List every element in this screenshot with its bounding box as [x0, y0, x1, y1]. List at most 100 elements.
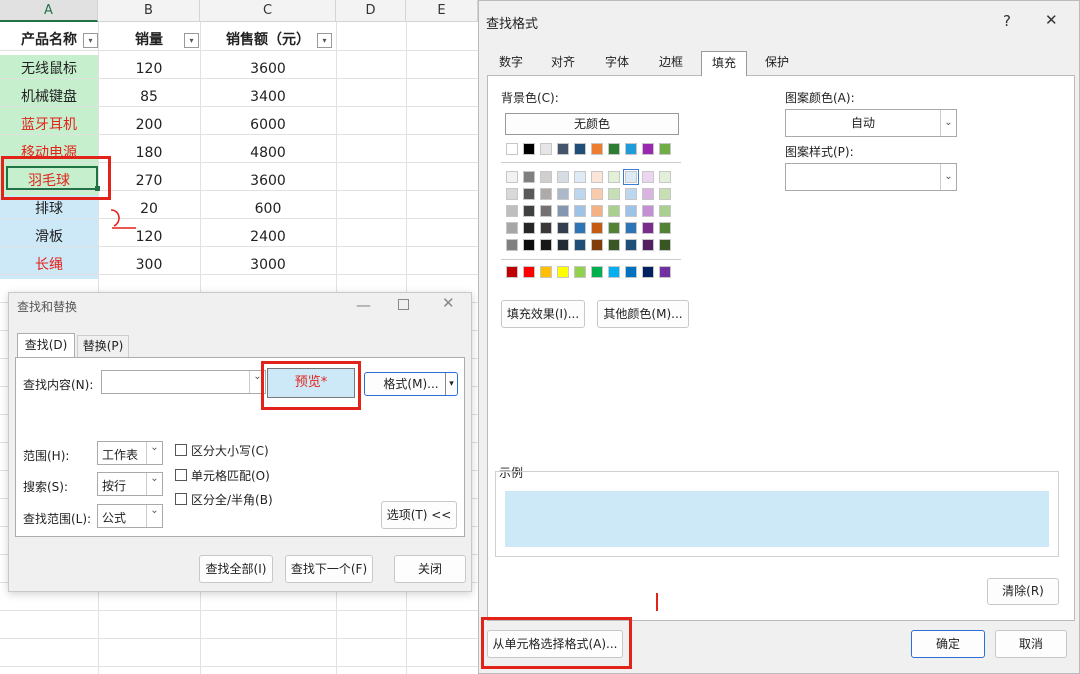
- column-header-a[interactable]: A: [0, 0, 98, 22]
- tint-color-swatch[interactable]: [557, 239, 569, 251]
- no-color-button[interactable]: 无颜色: [505, 113, 679, 135]
- tint-color-swatch[interactable]: [523, 171, 535, 183]
- fill-effects-button[interactable]: 填充效果(I)...: [501, 300, 585, 328]
- tint-color-swatch[interactable]: [591, 188, 603, 200]
- tint-color-swatch[interactable]: [659, 222, 671, 234]
- standard-color-swatch[interactable]: [591, 266, 603, 278]
- tint-color-swatch[interactable]: [625, 222, 637, 234]
- tint-color-swatch[interactable]: [608, 188, 620, 200]
- theme-color-swatch[interactable]: [557, 143, 569, 155]
- chevron-down-icon[interactable]: ⌄: [146, 505, 162, 527]
- tab-font[interactable]: 字体: [597, 51, 637, 75]
- header-cell-sales[interactable]: 销售额（元）: [200, 26, 336, 54]
- tint-color-swatch[interactable]: [557, 205, 569, 217]
- tab-find[interactable]: 查找(D): [17, 333, 75, 357]
- cancel-button[interactable]: 取消: [995, 630, 1067, 658]
- tint-color-swatch[interactable]: [540, 205, 552, 217]
- chevron-down-icon[interactable]: ⌄: [940, 164, 956, 190]
- standard-color-swatch[interactable]: [574, 266, 586, 278]
- tint-color-swatch[interactable]: [659, 171, 671, 183]
- filter-dropdown-button[interactable]: ▾: [83, 33, 98, 48]
- match-case-checkbox[interactable]: [175, 444, 187, 456]
- standard-color-swatch[interactable]: [506, 266, 518, 278]
- tint-color-swatch[interactable]: [523, 205, 535, 217]
- tint-color-swatch[interactable]: [642, 239, 654, 251]
- pattern-color-select[interactable]: 自动 ⌄: [785, 109, 957, 137]
- tint-color-swatch[interactable]: [574, 171, 586, 183]
- find-format-dialog[interactable]: 查找格式 ? ✕ 数字 对齐 字体 边框 填充 保护 背景色(C): 无颜色 填…: [478, 0, 1080, 674]
- column-header-b[interactable]: B: [98, 0, 200, 22]
- tint-color-swatch[interactable]: [506, 222, 518, 234]
- find-next-button[interactable]: 查找下一个(F): [285, 555, 373, 583]
- chevron-down-icon[interactable]: ⌄: [146, 442, 162, 464]
- tint-color-swatch[interactable]: [642, 205, 654, 217]
- theme-color-swatch[interactable]: [591, 143, 603, 155]
- tint-color-swatch[interactable]: [625, 188, 637, 200]
- tint-color-swatch[interactable]: [574, 188, 586, 200]
- tab-alignment[interactable]: 对齐: [543, 51, 583, 75]
- tint-color-swatch[interactable]: [540, 239, 552, 251]
- tint-color-swatch[interactable]: [523, 188, 535, 200]
- tint-color-swatch[interactable]: [642, 222, 654, 234]
- scope-select[interactable]: 工作表 ⌄: [97, 441, 163, 465]
- tint-color-swatch[interactable]: [574, 239, 586, 251]
- tint-color-swatch[interactable]: [540, 171, 552, 183]
- close-button[interactable]: 关闭: [394, 555, 466, 583]
- standard-color-swatch[interactable]: [625, 266, 637, 278]
- tint-color-swatch[interactable]: [659, 188, 671, 200]
- find-what-input[interactable]: ⌄: [101, 370, 266, 394]
- theme-color-swatch[interactable]: [608, 143, 620, 155]
- tab-replace[interactable]: 替换(P): [77, 335, 129, 357]
- tint-color-swatch[interactable]: [523, 222, 535, 234]
- tint-color-swatch[interactable]: [574, 222, 586, 234]
- tint-color-swatch[interactable]: [642, 171, 654, 183]
- theme-color-swatch[interactable]: [540, 143, 552, 155]
- filter-dropdown-button[interactable]: ▾: [184, 33, 199, 48]
- tab-protection[interactable]: 保护: [757, 51, 797, 75]
- theme-color-swatch[interactable]: [506, 143, 518, 155]
- minimize-icon[interactable]: —: [356, 296, 371, 314]
- tint-color-swatch[interactable]: [574, 205, 586, 217]
- theme-color-swatch[interactable]: [625, 143, 637, 155]
- tint-color-swatch[interactable]: [608, 171, 620, 183]
- tint-color-swatch[interactable]: [540, 222, 552, 234]
- theme-color-swatch[interactable]: [574, 143, 586, 155]
- options-button[interactable]: 选项(T) <<: [381, 501, 457, 529]
- tint-color-swatch[interactable]: [557, 188, 569, 200]
- search-order-select[interactable]: 按行 ⌄: [97, 472, 163, 496]
- standard-color-swatch[interactable]: [523, 266, 535, 278]
- match-cell-checkbox[interactable]: [175, 469, 187, 481]
- find-replace-dialog[interactable]: 查找和替换 — ✕ 查找(D) 替换(P) 查找内容(N): ⌄ 预览* 格式(…: [8, 292, 472, 592]
- tint-color-swatch[interactable]: [625, 205, 637, 217]
- tint-color-swatch[interactable]: [591, 205, 603, 217]
- standard-color-swatch[interactable]: [608, 266, 620, 278]
- tab-border[interactable]: 边框: [651, 51, 691, 75]
- tint-color-swatch[interactable]: [506, 239, 518, 251]
- column-header-d[interactable]: D: [336, 0, 406, 22]
- chevron-down-icon[interactable]: ⌄: [146, 473, 162, 495]
- chevron-down-icon[interactable]: ▾: [445, 373, 457, 395]
- clear-button[interactable]: 清除(R): [987, 578, 1059, 605]
- tint-color-swatch[interactable]: [591, 239, 603, 251]
- tint-color-swatch[interactable]: [625, 239, 637, 251]
- chevron-down-icon[interactable]: ⌄: [940, 110, 956, 136]
- tint-color-swatch[interactable]: [642, 188, 654, 200]
- tint-color-swatch[interactable]: [591, 222, 603, 234]
- tint-color-swatch[interactable]: [557, 222, 569, 234]
- tint-color-swatch[interactable]: [540, 188, 552, 200]
- standard-color-swatch[interactable]: [642, 266, 654, 278]
- maximize-icon[interactable]: [398, 299, 409, 310]
- find-all-button[interactable]: 查找全部(I): [199, 555, 273, 583]
- tint-color-swatch[interactable]: [506, 171, 518, 183]
- tab-number[interactable]: 数字: [491, 51, 531, 75]
- tint-color-swatch[interactable]: [659, 239, 671, 251]
- standard-color-swatch[interactable]: [557, 266, 569, 278]
- tint-color-swatch[interactable]: [591, 171, 603, 183]
- theme-color-swatch[interactable]: [659, 143, 671, 155]
- tint-color-swatch[interactable]: [608, 239, 620, 251]
- pattern-style-select[interactable]: ⌄: [785, 163, 957, 191]
- tint-color-swatch[interactable]: [608, 205, 620, 217]
- tint-color-swatch[interactable]: [659, 205, 671, 217]
- tint-color-swatch[interactable]: [506, 205, 518, 217]
- tint-color-swatch[interactable]: [557, 171, 569, 183]
